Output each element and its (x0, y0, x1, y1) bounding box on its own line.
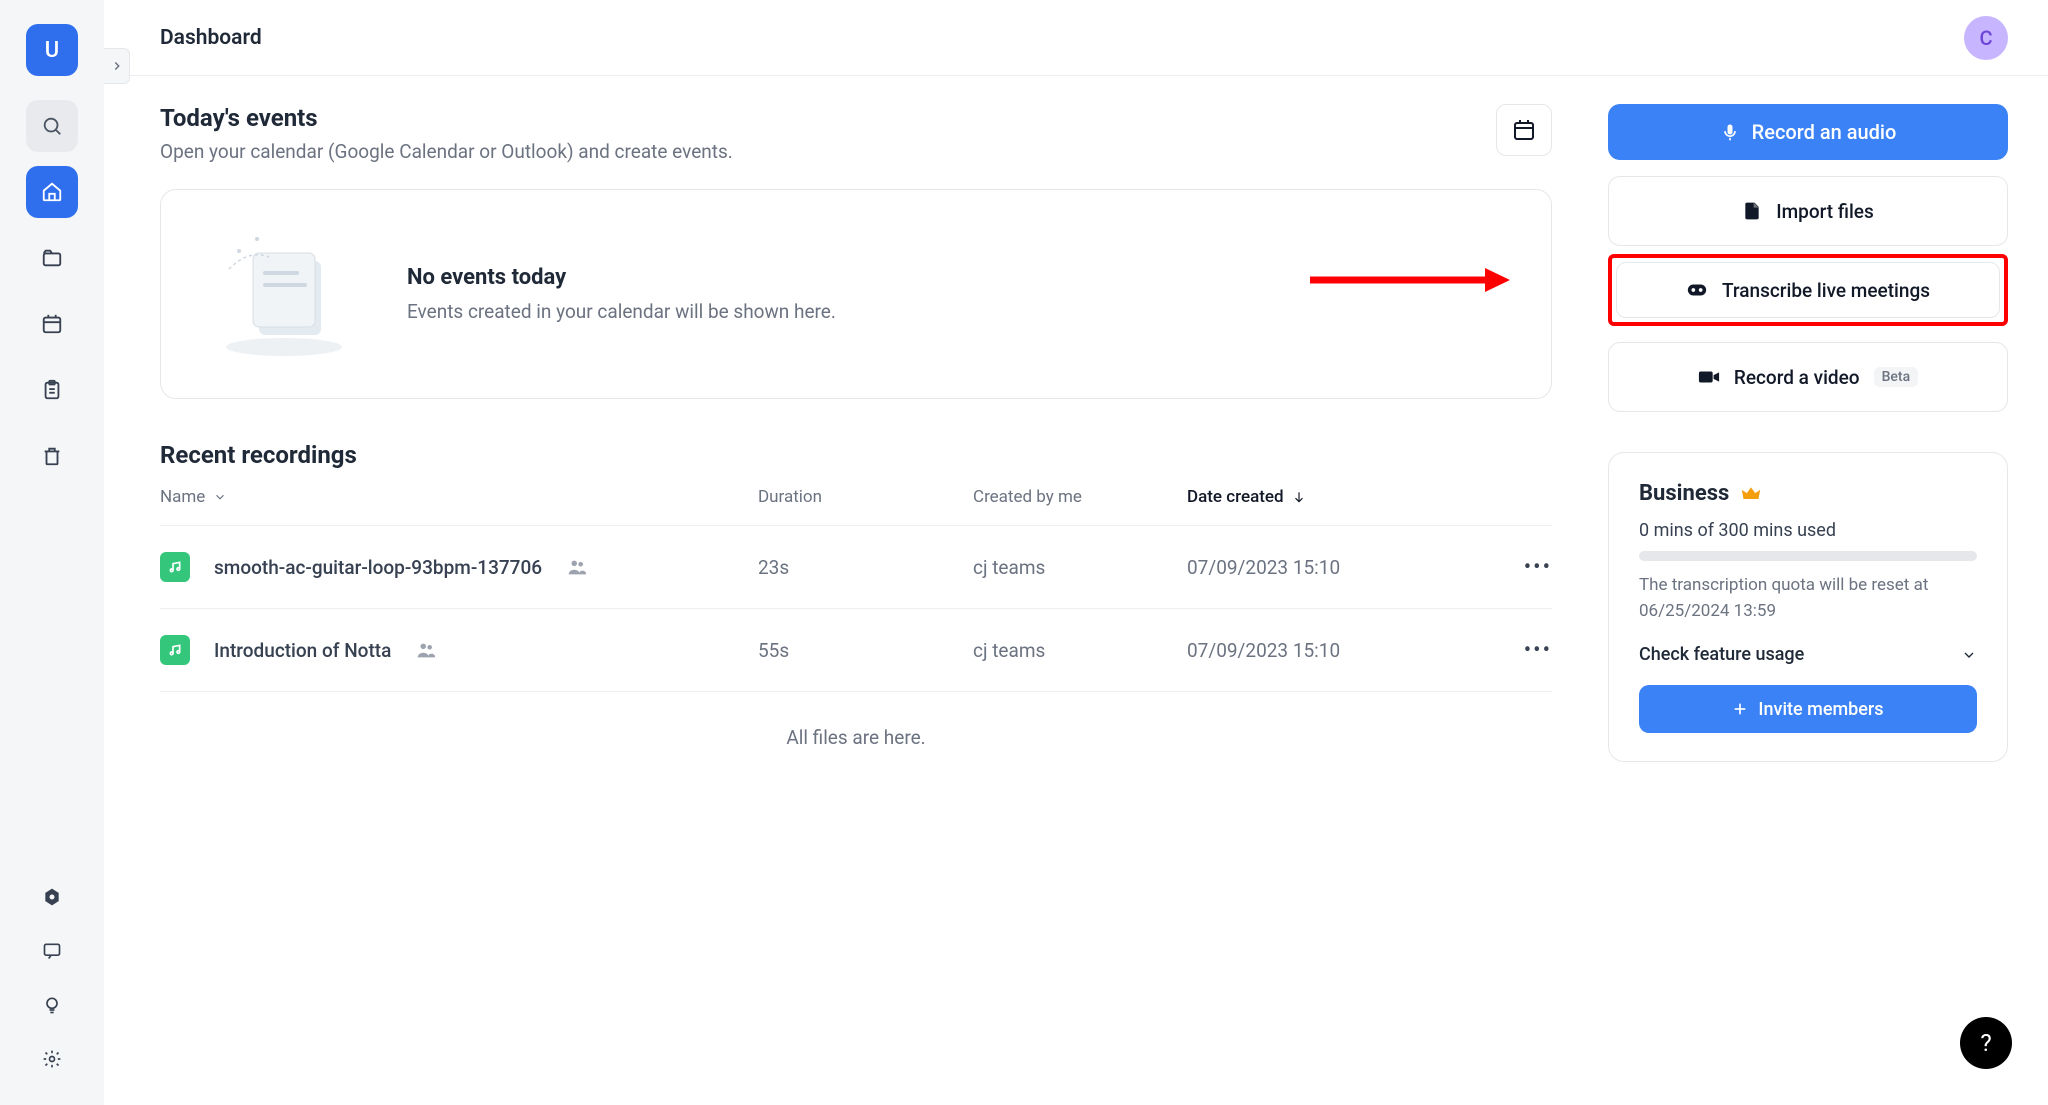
recording-row[interactable]: Introduction of Notta 55s cj teams 07/09… (160, 609, 1552, 692)
audio-file-icon (160, 552, 190, 582)
home-button[interactable] (26, 166, 78, 218)
recording-created-by: cj teams (973, 639, 1187, 662)
trash-icon (41, 445, 63, 467)
record-audio-button[interactable]: Record an audio (1608, 104, 2008, 160)
recording-created-by: cj teams (973, 556, 1187, 579)
recording-name: Introduction of Notta (214, 639, 391, 662)
calendar-icon (41, 313, 63, 335)
recording-date: 07/09/2023 15:10 (1187, 639, 1447, 662)
video-icon (1698, 369, 1720, 385)
record-video-button[interactable]: Record a video Beta (1609, 343, 2007, 411)
business-card: Business 0 mins of 300 mins used The tra… (1608, 452, 2008, 762)
business-title: Business (1639, 481, 1729, 506)
home-icon (41, 181, 63, 203)
annotation-highlight: Transcribe live meetings (1608, 254, 2008, 326)
arrow-down-icon (1292, 490, 1306, 504)
chevron-down-icon (1961, 647, 1977, 663)
bot-icon (1686, 282, 1708, 298)
folder-button[interactable] (26, 232, 78, 284)
gear-icon (42, 1049, 62, 1069)
events-subtitle: Open your calendar (Google Calendar or O… (160, 140, 1472, 163)
usage-text: 0 mins of 300 mins used (1639, 520, 1977, 541)
shared-icon (415, 639, 437, 661)
recording-row[interactable]: smooth-ac-guitar-loop-93bpm-137706 23s c… (160, 526, 1552, 609)
app-logo[interactable]: U (26, 24, 78, 76)
feature-usage-link[interactable]: Check feature usage (1639, 644, 1977, 665)
recording-date: 07/09/2023 15:10 (1187, 556, 1447, 579)
import-files-button[interactable]: Import files (1609, 177, 2007, 245)
calendar-button[interactable] (26, 298, 78, 350)
folder-icon (41, 247, 63, 269)
bulb-icon (42, 995, 62, 1015)
beta-badge: Beta (1874, 367, 1919, 387)
feedback-button[interactable] (30, 929, 74, 973)
shared-icon (566, 556, 588, 578)
column-date-created[interactable]: Date created (1187, 487, 1447, 507)
audio-file-icon (160, 635, 190, 665)
mic-icon (1720, 122, 1740, 142)
clipboard-button[interactable] (26, 364, 78, 416)
invite-members-button[interactable]: Invite members (1639, 685, 1977, 733)
recent-title: Recent recordings (160, 441, 1552, 469)
events-empty-card: No events today Events created in your c… (160, 189, 1552, 399)
column-name[interactable]: Name (160, 487, 758, 507)
hexagon-icon (42, 887, 62, 907)
empty-title: No events today (407, 265, 836, 290)
app-store-button[interactable] (30, 875, 74, 919)
trash-button[interactable] (26, 430, 78, 482)
search-button[interactable] (26, 100, 78, 152)
user-avatar[interactable]: C (1964, 16, 2008, 60)
clipboard-icon (41, 379, 63, 401)
chevron-down-icon (213, 490, 227, 504)
file-import-icon (1742, 201, 1762, 221)
empty-illustration (209, 229, 359, 359)
calendar-icon (1512, 118, 1536, 142)
events-title: Today's events (160, 104, 1472, 132)
table-footer: All files are here. (160, 692, 1552, 783)
sidebar-collapse[interactable] (104, 48, 130, 84)
table-header: Name Duration Created by me Date created (160, 469, 1552, 526)
column-created-by[interactable]: Created by me (973, 487, 1187, 507)
settings-button[interactable] (30, 1037, 74, 1081)
tips-button[interactable] (30, 983, 74, 1027)
row-menu-button[interactable]: ••• (1524, 555, 1552, 580)
column-duration[interactable]: Duration (758, 487, 973, 507)
transcribe-meetings-button[interactable]: Transcribe live meetings (1616, 262, 2000, 318)
crown-icon (1741, 485, 1761, 503)
usage-progress (1639, 551, 1977, 561)
open-calendar-button[interactable] (1496, 104, 1552, 156)
plus-icon (1732, 701, 1748, 717)
chat-icon (42, 941, 62, 961)
chevron-right-icon (110, 59, 124, 73)
header: Dashboard C (104, 0, 2048, 76)
recording-name: smooth-ac-guitar-loop-93bpm-137706 (214, 556, 542, 579)
help-button[interactable]: ? (1960, 1017, 2012, 1069)
quota-reset-note: The transcription quota will be reset at… (1639, 573, 1977, 624)
row-menu-button[interactable]: ••• (1524, 638, 1552, 663)
empty-subtitle: Events created in your calendar will be … (407, 300, 836, 323)
recording-duration: 55s (758, 639, 973, 662)
search-icon (41, 115, 63, 137)
page-title: Dashboard (160, 26, 262, 50)
sidebar: U (0, 0, 104, 1105)
recording-duration: 23s (758, 556, 973, 579)
